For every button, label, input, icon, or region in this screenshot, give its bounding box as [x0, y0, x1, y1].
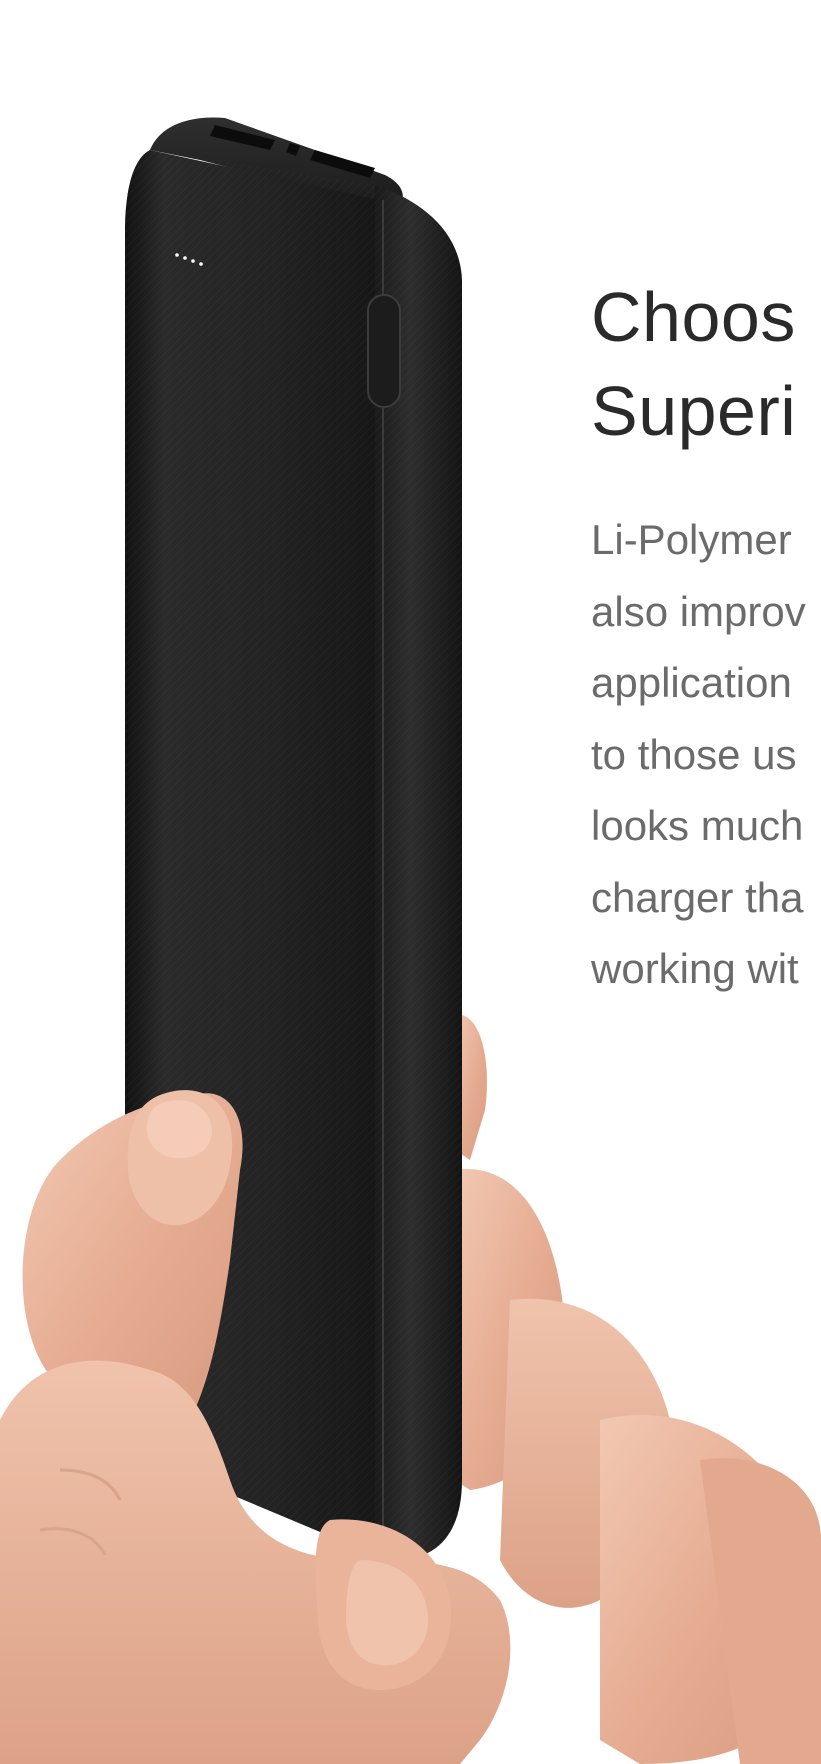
product-page: Choos Superi Li-Polymer also improv appl… [0, 0, 821, 1764]
description-line: Li-Polymer [591, 516, 792, 563]
feature-description: Li-Polymer also improv application to th… [591, 504, 821, 1005]
description-line: working wit [591, 945, 799, 992]
description-line: looks much [591, 802, 804, 849]
description-line: also improv [591, 587, 806, 635]
description-line: charger tha [591, 873, 804, 921]
description-line: application [591, 659, 792, 706]
feature-headline: Choos Superi [591, 270, 821, 458]
headline-line: Choos [591, 278, 796, 356]
description-line: to those us [591, 730, 797, 778]
headline-line: Superi [591, 372, 797, 450]
feature-text-block: Choos Superi Li-Polymer also improv appl… [591, 270, 821, 1005]
